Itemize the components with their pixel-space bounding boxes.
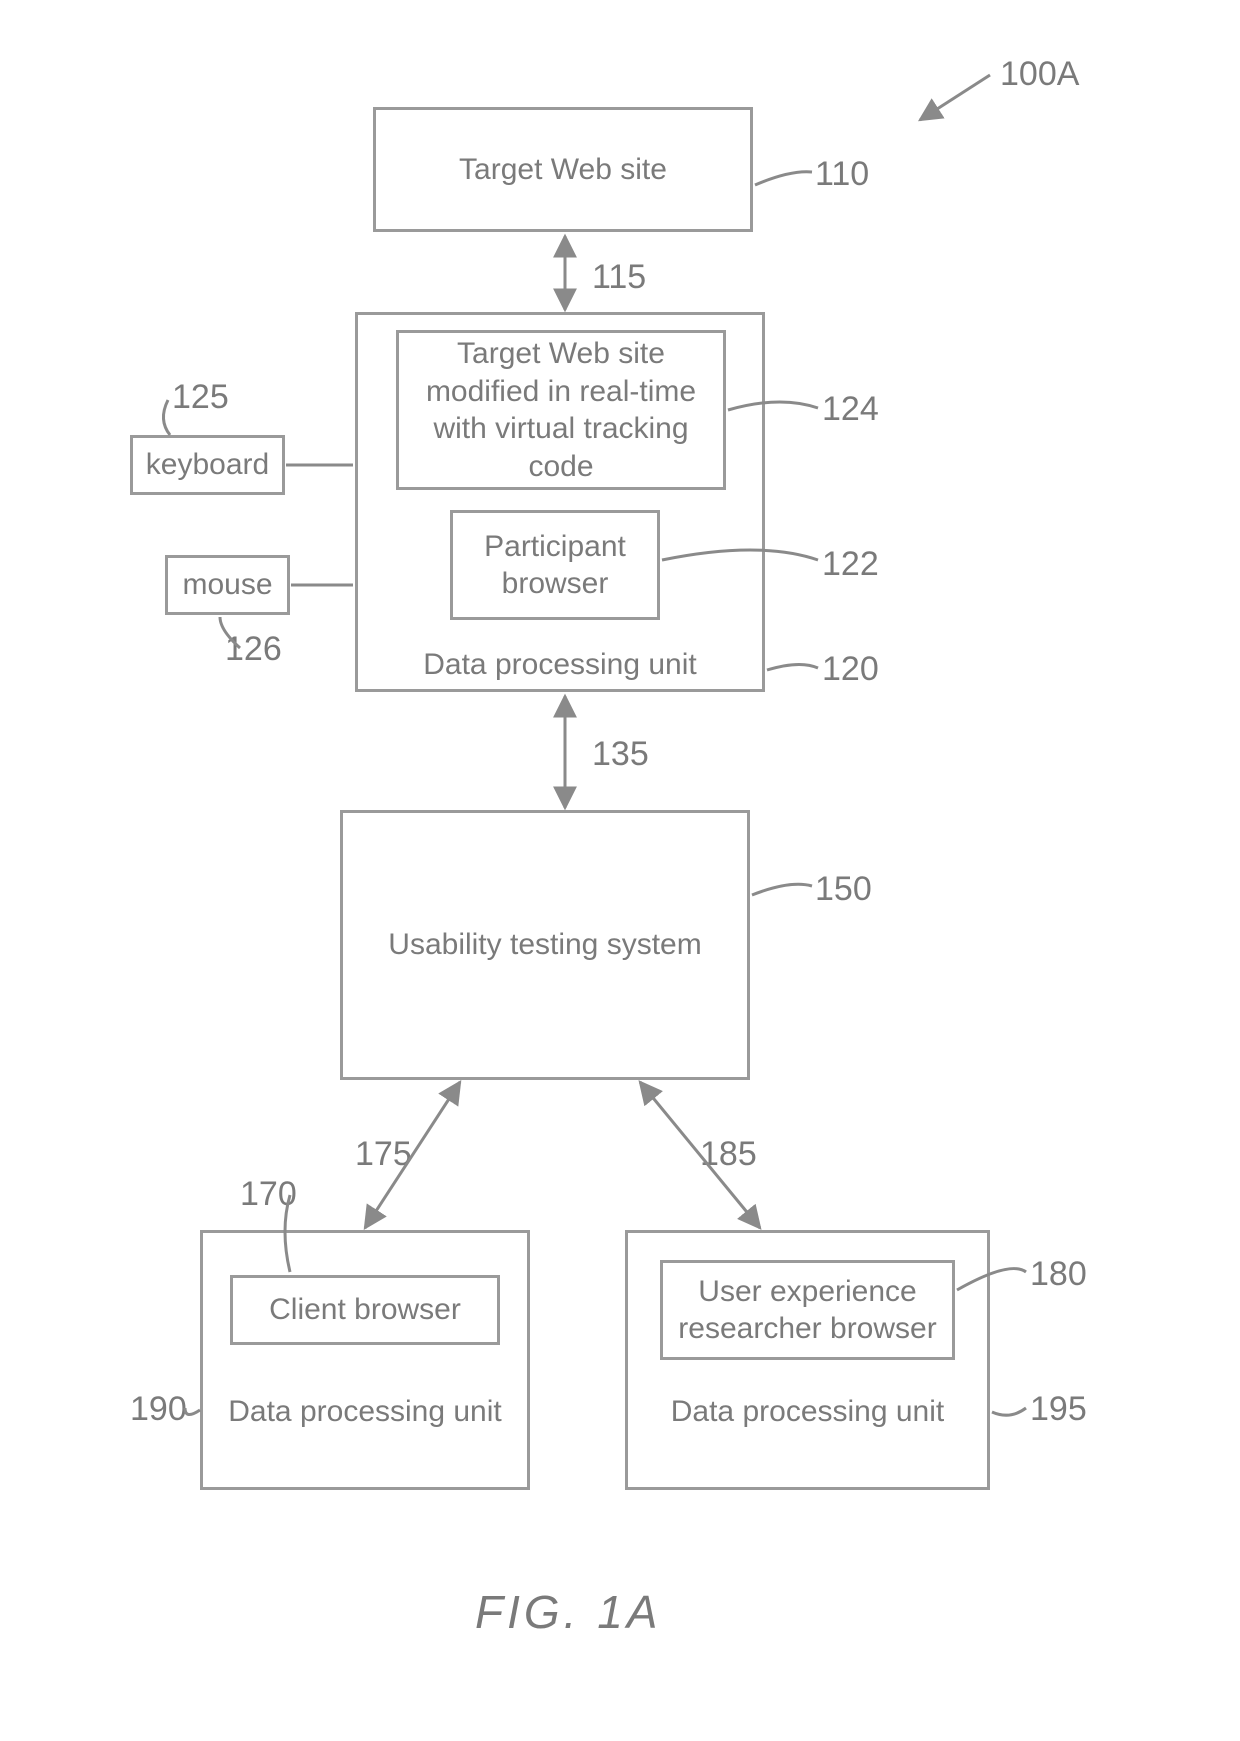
label-190: 190 [130,1390,187,1429]
caption-dpu-190: Data processing unit [200,1395,530,1429]
box-participant-browser: Participant browser [450,510,660,620]
figure-caption: FIG. 1A [475,1585,661,1639]
label-150: 150 [815,870,872,909]
label-180: 180 [1030,1255,1087,1294]
box-client-browser: Client browser [230,1275,500,1345]
box-target-web-site: Target Web site [373,107,753,232]
caption-dpu-195: Data processing unit [625,1395,990,1429]
caption-dpu-120: Data processing unit [370,648,750,682]
label-126: 126 [225,630,282,669]
label-122: 122 [822,545,879,584]
label-185: 185 [700,1135,757,1174]
box-ux-researcher-browser: User experience researcher browser [660,1260,955,1360]
box-target-modified-virtual-tracking: Target Web site modified in real-time wi… [396,330,726,490]
label-135: 135 [592,735,649,774]
label-110: 110 [815,155,869,194]
label-170: 170 [240,1175,297,1214]
label-124: 124 [822,390,879,429]
label-115: 115 [592,258,646,297]
label-195: 195 [1030,1390,1087,1429]
box-mouse: mouse [165,555,290,615]
label-120: 120 [822,650,879,689]
label-175: 175 [355,1135,412,1174]
label-100A: 100A [1000,55,1079,94]
label-125: 125 [172,378,229,417]
box-usability-testing-system: Usability testing system [340,810,750,1080]
box-keyboard: keyboard [130,435,285,495]
box-data-processing-unit-190 [200,1230,530,1490]
